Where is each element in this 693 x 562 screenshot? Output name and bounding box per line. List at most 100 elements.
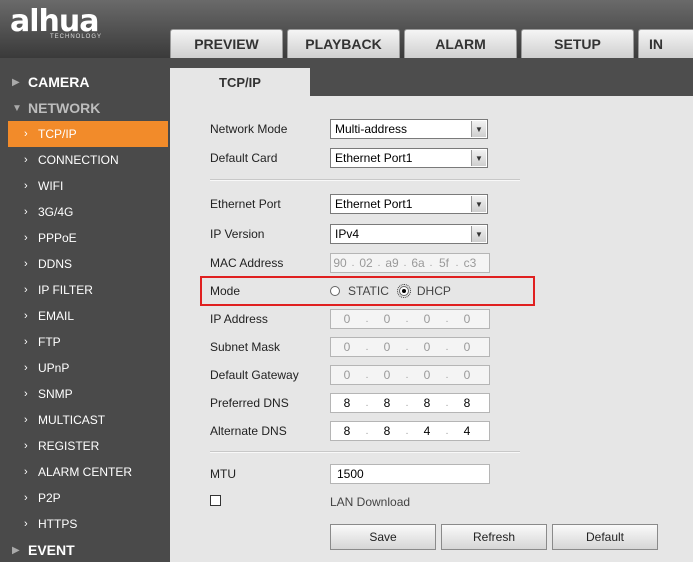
chevron-right-icon: ▶ — [12, 76, 20, 88]
mac-octet: c3 — [463, 256, 477, 270]
ip-octet[interactable]: 0 — [411, 368, 443, 382]
sidebar: ▶ CAMERA ▼ NETWORK › TCP/IP › CONNECTION… — [0, 58, 170, 562]
separator-dot: . — [455, 257, 459, 269]
divider — [210, 180, 520, 181]
sidebar-item-upnp[interactable]: › UPnP — [0, 355, 170, 381]
chevron-right-icon: › — [24, 518, 28, 530]
top-header: alhua TECHNOLOGY PREVIEW PLAYBACK ALARM … — [0, 0, 693, 58]
field-label: Default Card — [210, 151, 278, 165]
ip-octet[interactable]: 8 — [371, 396, 403, 410]
save-button[interactable]: Save — [330, 524, 436, 550]
separator-dot: . — [365, 341, 369, 353]
chevron-right-icon: › — [24, 440, 28, 452]
sidebar-item-multicast[interactable]: › MULTICAST — [0, 407, 170, 433]
ip-octet[interactable]: 8 — [371, 424, 403, 438]
default-button[interactable]: Default — [552, 524, 658, 550]
ip-octet[interactable]: 8 — [331, 396, 363, 410]
sidebar-item-label: CONNECTION — [38, 153, 119, 167]
sidebar-section-network[interactable]: ▼ NETWORK — [0, 95, 170, 121]
sidebar-item-3g4g[interactable]: › 3G/4G — [0, 199, 170, 225]
chevron-down-icon: ▼ — [12, 102, 22, 114]
tab-alarm[interactable]: ALARM — [404, 29, 517, 58]
default-card-select[interactable]: Ethernet Port1 ▼ — [330, 148, 488, 168]
sidebar-item-wifi[interactable]: › WIFI — [0, 173, 170, 199]
sidebar-item-register[interactable]: › REGISTER — [0, 433, 170, 459]
ip-octet[interactable]: 0 — [411, 340, 443, 354]
ip-octet[interactable]: 0 — [371, 312, 403, 326]
field-label: IP Version — [210, 227, 265, 241]
tab-preview[interactable]: PREVIEW — [170, 29, 283, 58]
dropdown-arrow-icon[interactable]: ▼ — [471, 150, 486, 166]
dahua-logo: alhua TECHNOLOGY — [10, 6, 102, 41]
mtu-input[interactable]: 1500 — [330, 464, 490, 484]
ip-version-row: IP Version IPv4 ▼ — [210, 224, 488, 244]
ip-octet[interactable]: 8 — [411, 396, 443, 410]
lan-download-checkbox[interactable] — [210, 495, 221, 506]
refresh-button[interactable]: Refresh — [441, 524, 547, 550]
ip-version-select[interactable]: IPv4 ▼ — [330, 224, 488, 244]
default-gateway-field[interactable]: 0 . 0 . 0 . 0 — [330, 365, 490, 385]
field-label: Subnet Mask — [210, 340, 281, 354]
sidebar-item-ftp[interactable]: › FTP — [0, 329, 170, 355]
separator-dot: . — [405, 369, 409, 381]
ip-octet[interactable]: 0 — [371, 340, 403, 354]
sidebar-item-label: IP FILTER — [38, 283, 93, 297]
ip-octet[interactable]: 0 — [331, 340, 363, 354]
separator-dot: . — [365, 369, 369, 381]
subnet-mask-field[interactable]: 0 . 0 . 0 . 0 — [330, 337, 490, 357]
field-label: IP Address — [210, 312, 268, 326]
preferred-dns-field[interactable]: 8 . 8 . 8 . 8 — [330, 393, 490, 413]
separator-dot: . — [445, 425, 449, 437]
alternate-dns-row: Alternate DNS 8 . 8 . 4 . 4 — [210, 421, 490, 441]
sidebar-item-p2p[interactable]: › P2P — [0, 485, 170, 511]
ip-octet[interactable]: 0 — [411, 312, 443, 326]
ip-octet[interactable]: 0 — [451, 340, 483, 354]
sidebar-item-label: FTP — [38, 335, 61, 349]
ip-octet[interactable]: 0 — [371, 368, 403, 382]
sidebar-section-camera[interactable]: ▶ CAMERA — [0, 69, 170, 95]
sidebar-item-tcpip[interactable]: › TCP/IP — [8, 121, 168, 147]
dropdown-arrow-icon[interactable]: ▼ — [471, 121, 486, 137]
field-label: Default Gateway — [210, 368, 299, 382]
ip-octet[interactable]: 0 — [451, 368, 483, 382]
chevron-right-icon: › — [24, 258, 28, 270]
sidebar-item-email[interactable]: › EMAIL — [0, 303, 170, 329]
sidebar-item-alarm-center[interactable]: › ALARM CENTER — [0, 459, 170, 485]
dropdown-arrow-icon[interactable]: ▼ — [471, 226, 486, 242]
sidebar-item-ddns[interactable]: › DDNS — [0, 251, 170, 277]
sidebar-item-ip-filter[interactable]: › IP FILTER — [0, 277, 170, 303]
tab-tcpip[interactable]: TCP/IP — [170, 68, 310, 96]
sidebar-item-snmp[interactable]: › SNMP — [0, 381, 170, 407]
ip-address-field[interactable]: 0 . 0 . 0 . 0 — [330, 309, 490, 329]
ip-octet[interactable]: 8 — [451, 396, 483, 410]
tab-info[interactable]: IN — [638, 29, 693, 58]
alternate-dns-field[interactable]: 8 . 8 . 4 . 4 — [330, 421, 490, 441]
tab-playback[interactable]: PLAYBACK — [287, 29, 400, 58]
ip-octet[interactable]: 4 — [411, 424, 443, 438]
sidebar-item-https[interactable]: › HTTPS — [0, 511, 170, 537]
chevron-right-icon: › — [24, 128, 28, 140]
ethernet-port-select[interactable]: Ethernet Port1 ▼ — [330, 194, 488, 214]
default-card-row: Default Card Ethernet Port1 ▼ — [210, 148, 488, 168]
tab-setup[interactable]: SETUP — [521, 29, 634, 58]
dropdown-arrow-icon[interactable]: ▼ — [471, 196, 486, 212]
ip-octet[interactable]: 8 — [331, 424, 363, 438]
ip-octet[interactable]: 0 — [451, 312, 483, 326]
network-mode-select[interactable]: Multi-address ▼ — [330, 119, 488, 139]
mac-address-field: 90 . 02 . a9 . 6a . 5f . c3 — [330, 253, 490, 273]
field-label: Ethernet Port — [210, 197, 281, 211]
separator-dot: . — [365, 397, 369, 409]
sidebar-item-pppoe[interactable]: › PPPoE — [0, 225, 170, 251]
ip-octet[interactable]: 4 — [451, 424, 483, 438]
separator-dot: . — [365, 313, 369, 325]
chevron-right-icon: › — [24, 310, 28, 322]
lan-download-checkbox-cell — [210, 495, 330, 509]
sidebar-item-label: PPPoE — [38, 231, 77, 245]
ip-octet[interactable]: 0 — [331, 368, 363, 382]
mtu-row: MTU 1500 — [210, 464, 490, 484]
sidebar-item-connection[interactable]: › CONNECTION — [0, 147, 170, 173]
separator-dot: . — [445, 369, 449, 381]
sidebar-section-event[interactable]: ▶ EVENT — [0, 537, 170, 562]
sidebar-item-label: EMAIL — [38, 309, 75, 323]
ip-octet[interactable]: 0 — [331, 312, 363, 326]
